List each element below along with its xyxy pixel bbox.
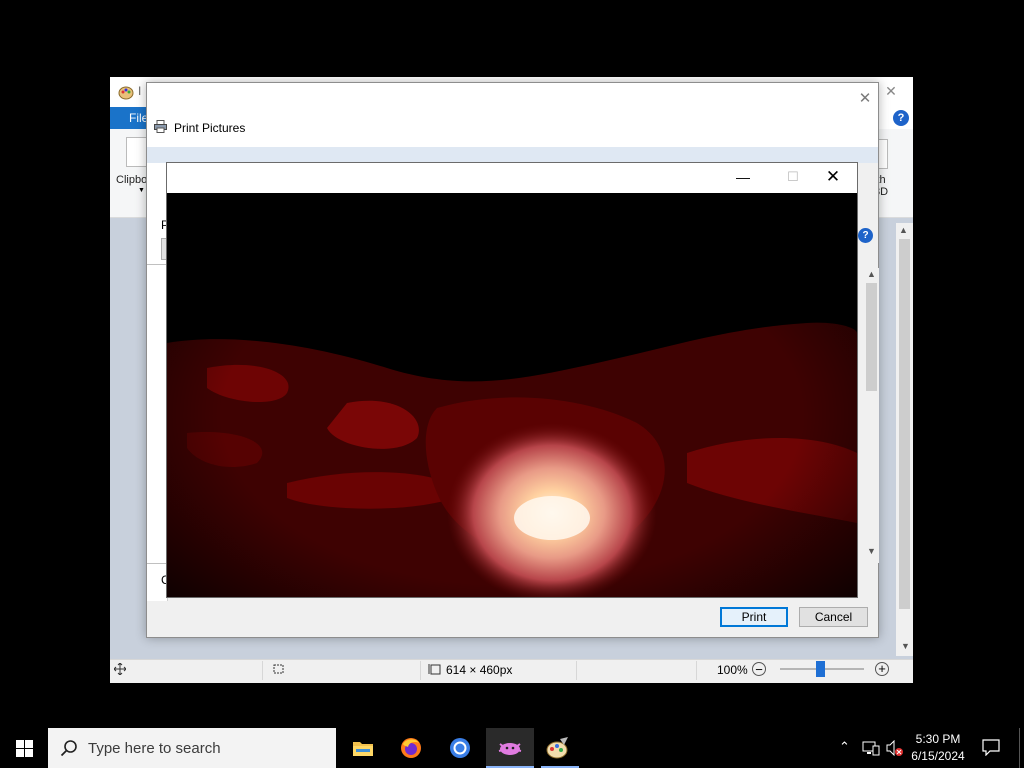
- paint-app-icon: [498, 743, 522, 755]
- image-size-icon: [428, 664, 441, 675]
- image-viewer-window: — ☐ ✕: [166, 162, 858, 598]
- volume-muted-icon[interactable]: [886, 740, 904, 756]
- taskbar-file-explorer[interactable]: [338, 728, 386, 768]
- layout-scroll-thumb[interactable]: [866, 283, 877, 391]
- search-placeholder: Type here to search: [88, 740, 221, 757]
- print-button[interactable]: Print: [720, 607, 788, 627]
- print-dialog-band: [147, 147, 878, 163]
- photo-preview: [167, 193, 857, 597]
- taskbar-firefox[interactable]: [387, 728, 435, 768]
- scroll-down-icon[interactable]: ▼: [864, 546, 879, 556]
- printer-icon: [154, 120, 167, 133]
- status-separator: [262, 661, 263, 680]
- maximize-icon[interactable]: ☐: [783, 169, 803, 187]
- scroll-up-icon[interactable]: ▲: [864, 269, 879, 279]
- print-dialog-help-icon[interactable]: ?: [858, 228, 873, 243]
- status-separator: [576, 661, 577, 680]
- start-button[interactable]: [0, 728, 48, 768]
- scroll-down-icon[interactable]: ▼: [898, 641, 913, 651]
- zoom-level: 100%: [717, 663, 748, 677]
- divider: [147, 264, 167, 265]
- clock-time[interactable]: 5:30 PM: [908, 731, 968, 747]
- scroll-up-icon[interactable]: ▲: [896, 225, 911, 235]
- print-dialog-close-icon[interactable]: ✕: [856, 90, 874, 108]
- zoom-in-icon[interactable]: +: [875, 662, 889, 676]
- paint-app-icon: [118, 86, 134, 100]
- viewer-titlebar: — ☐ ✕: [167, 163, 857, 193]
- network-icon[interactable]: [862, 740, 880, 756]
- firefox-icon: [401, 738, 421, 758]
- windows-logo-icon: [16, 740, 33, 757]
- zoom-slider-thumb[interactable]: [816, 661, 825, 677]
- selection-size-icon: [273, 664, 284, 674]
- close-icon[interactable]: ✕: [823, 167, 843, 187]
- print-dialog-header: [147, 83, 878, 147]
- taskbar-active-app[interactable]: [486, 728, 534, 768]
- chevron-up-icon[interactable]: ⌃: [839, 739, 850, 755]
- taskbar-chrome[interactable]: [436, 728, 484, 768]
- status-separator: [420, 661, 421, 680]
- chrome-icon: [450, 738, 470, 758]
- paint-close-icon[interactable]: ✕: [883, 83, 899, 99]
- paint-help-icon[interactable]: ?: [893, 110, 909, 126]
- move-cursor-icon: [114, 663, 126, 675]
- minimize-icon[interactable]: —: [733, 169, 753, 187]
- divider: [147, 563, 167, 564]
- clipboard-dropdown-icon[interactable]: ▼: [138, 187, 145, 194]
- paint-title: I: [138, 84, 142, 98]
- cancel-button[interactable]: Cancel: [799, 607, 868, 627]
- clock-date[interactable]: 6/15/2024: [904, 748, 972, 764]
- clipboard-group-label: Clipbo: [116, 174, 148, 186]
- file-explorer-icon: [353, 742, 373, 756]
- print-dialog-title: Print Pictures: [174, 121, 246, 135]
- taskbar-paint[interactable]: [535, 728, 583, 768]
- paint-scroll-thumb[interactable]: [899, 239, 910, 609]
- search-icon: [60, 740, 77, 757]
- status-separator: [696, 661, 697, 680]
- paint-file-tab[interactable]: File: [110, 107, 150, 129]
- image-size-text: 614 × 460px: [446, 663, 513, 677]
- show-desktop-button[interactable]: [1019, 728, 1020, 768]
- notifications-icon[interactable]: [982, 738, 1000, 756]
- paint-classic-icon: [546, 737, 568, 759]
- zoom-out-icon[interactable]: −: [752, 662, 766, 676]
